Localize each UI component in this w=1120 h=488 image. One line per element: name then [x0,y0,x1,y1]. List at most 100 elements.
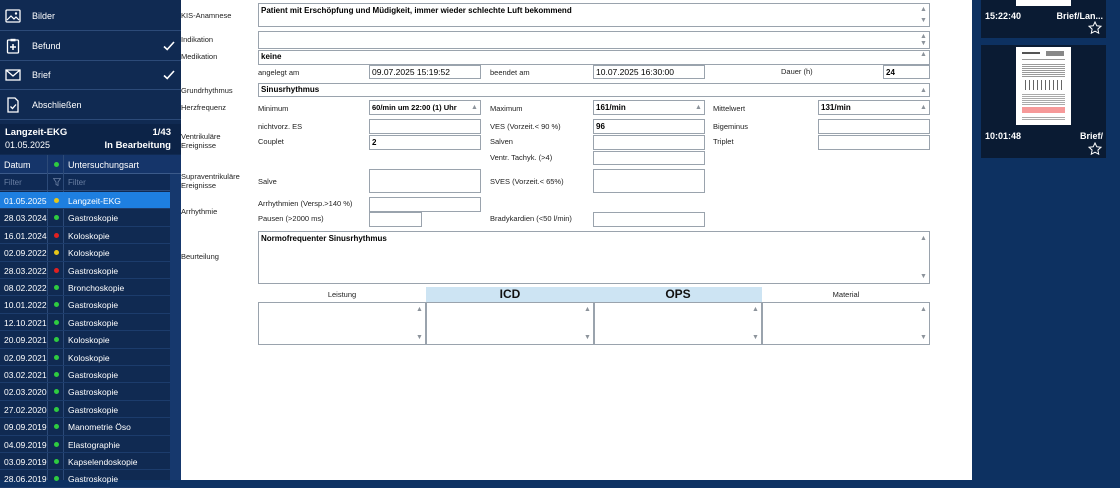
salven-field[interactable] [593,135,705,150]
material-list[interactable]: ▲ ▼ [762,302,930,345]
table-row[interactable]: 02.09.2021 Koloskopie [0,349,170,366]
leistung-list[interactable]: ▲ ▼ [258,302,426,345]
bradykardien-label: Bradykardien (<50 l/min) [490,214,572,223]
table-row[interactable]: 28.03.2022 Gastroskopie [0,262,170,279]
ventr-tachyk-field[interactable] [593,151,705,165]
ops-list[interactable]: ▲ ▼ [594,302,762,345]
scroll-up-icon[interactable]: ▲ [919,306,928,313]
scroll-down-icon[interactable]: ▼ [919,17,928,24]
supraventrikulaere-ereignisse-label: Supraventrikuläre Ereignisse [181,172,240,190]
scroll-up-icon[interactable]: ▲ [919,6,928,13]
scroll-up-icon[interactable]: ▲ [919,33,928,40]
list-scrollbar[interactable] [170,174,181,480]
angelegt-value: 09.07.2025 15:19:52 [372,67,450,77]
nichtvorz-es-field[interactable] [369,119,481,134]
table-row[interactable]: 04.09.2019 Elastographie [0,436,170,453]
row-type: Gastroskopie [68,265,119,276]
ves-field[interactable]: 96 [593,119,705,134]
beendet-field[interactable]: 10.07.2025 16:30:00 [593,65,705,79]
maximum-field[interactable]: 161/min ▲ [593,100,705,115]
pausen-field[interactable] [369,212,422,227]
filter-icon[interactable] [53,178,61,186]
couplet-value: 2 [372,138,377,147]
table-row[interactable]: 08.02.2022 Bronchoskopie [0,279,170,297]
beurteilung-field[interactable]: Normofrequenter Sinusrhythmus ▲ ▼ [258,231,930,284]
exam-counter: 1/43 [152,127,172,138]
image-icon [5,9,21,23]
column-header-datum[interactable]: Datum [4,160,31,170]
scroll-up-icon[interactable]: ▲ [919,51,928,58]
grundrhythmus-field[interactable]: Sinusrhythmus ▲ [258,83,930,97]
table-row[interactable]: 09.09.2019 Manometrie Öso [0,418,170,436]
triplet-field[interactable] [818,135,930,150]
scroll-up-icon[interactable]: ▲ [583,306,592,313]
sves-field[interactable] [593,169,705,193]
status-dot-icon [54,285,59,290]
scroll-up-icon[interactable]: ▲ [751,306,760,313]
table-row[interactable]: 10.01.2022 Gastroskopie [0,296,170,314]
status-dot-icon [54,232,59,238]
table-row[interactable]: 02.03.2020 Gastroskopie [0,383,170,401]
row-type: Langzeit-EKG [68,196,121,206]
minimum-value: 60/min um 22:00 (1) Uhr [372,103,457,112]
row-date: 02.03.2020 [4,387,47,398]
row-date: 28.03.2024 [4,213,47,224]
scroll-up-icon[interactable]: ▲ [919,87,928,94]
mittelwert-field[interactable]: 131/min ▲ [818,100,930,115]
scroll-down-icon[interactable]: ▼ [751,334,760,341]
status-dot-icon [54,267,59,273]
scroll-up-icon[interactable]: ▲ [694,104,703,111]
tab-ops[interactable]: OPS [594,287,762,302]
maximum-label: Maximum [490,104,523,113]
table-row[interactable]: 28.03.2024 Gastroskopie [0,209,170,227]
column-header-untersuchungsart[interactable]: Untersuchungsart [68,160,139,170]
nav-item-brief[interactable]: Brief [0,61,181,90]
scroll-up-icon[interactable]: ▲ [470,104,479,111]
icd-list[interactable]: ▲ ▼ [426,302,594,345]
nichtvorz-es-label: nichtvorz. ES [258,122,303,131]
tab-icd[interactable]: ICD [426,287,594,302]
scroll-up-icon[interactable]: ▲ [919,235,928,242]
table-row[interactable]: 01.05.2025 Langzeit-EKG [0,192,170,210]
bradykardien-field[interactable] [593,212,705,227]
scroll-down-icon[interactable]: ▼ [919,334,928,341]
nav-item-bilder[interactable]: Bilder [0,2,181,31]
table-row[interactable]: 03.02.2021 Gastroskopie [0,366,170,384]
angelegt-field[interactable]: 09.07.2025 15:19:52 [369,65,481,79]
nav-item-befund[interactable]: Befund [0,32,181,61]
table-row[interactable]: 12.10.2021 Gastroskopie [0,314,170,332]
scroll-down-icon[interactable]: ▼ [919,40,928,47]
arrhythmien-field[interactable] [369,197,481,212]
scroll-down-icon[interactable]: ▼ [415,334,424,341]
table-row[interactable]: 03.09.2019 Kapselendoskopie [0,453,170,471]
bigeminus-label: Bigeminus [713,122,749,131]
row-type: Koloskopie [68,230,110,241]
scroll-up-icon[interactable]: ▲ [415,306,424,313]
medikation-field[interactable]: keine ▲ [258,50,930,65]
table-row[interactable]: 02.09.2022 Koloskopie [0,244,170,262]
row-type: Gastroskopie [68,317,119,328]
minimum-field[interactable]: 60/min um 22:00 (1) Uhr ▲ [369,100,481,115]
document-tile[interactable]: 10:01:48 Brief/ [981,45,1106,158]
status-dot-icon [54,389,59,395]
filter-input-datum[interactable]: Filter [4,178,22,187]
checkmark-icon [163,70,175,80]
filter-input-untersuchungsart[interactable]: Filter [68,178,86,187]
table-row[interactable]: 16.01.2024 Koloskopie [0,227,170,245]
kis-anamnese-field[interactable]: Patient mit Erschöpfung und Müdigkeit, i… [258,3,930,27]
star-icon[interactable] [1088,21,1102,35]
nav-item-abschliessen[interactable]: Abschließen [0,91,181,120]
table-row[interactable]: 20.09.2021 Koloskopie [0,331,170,349]
bigeminus-field[interactable] [818,119,930,134]
salve-field[interactable] [369,169,481,193]
dauer-field[interactable]: 24 [883,65,930,79]
scroll-up-icon[interactable]: ▲ [919,104,928,111]
document-tile[interactable]: 15:22:40 Brief/Lan... [981,0,1106,38]
star-icon[interactable] [1088,142,1102,156]
table-row[interactable]: 27.02.2020 Gastroskopie [0,401,170,419]
table-row[interactable]: 28.06.2019 Gastroskopie [0,470,170,488]
couplet-field[interactable]: 2 [369,135,481,150]
indikation-field[interactable]: ▲ ▼ [258,31,930,49]
scroll-down-icon[interactable]: ▼ [919,273,928,280]
scroll-down-icon[interactable]: ▼ [583,334,592,341]
